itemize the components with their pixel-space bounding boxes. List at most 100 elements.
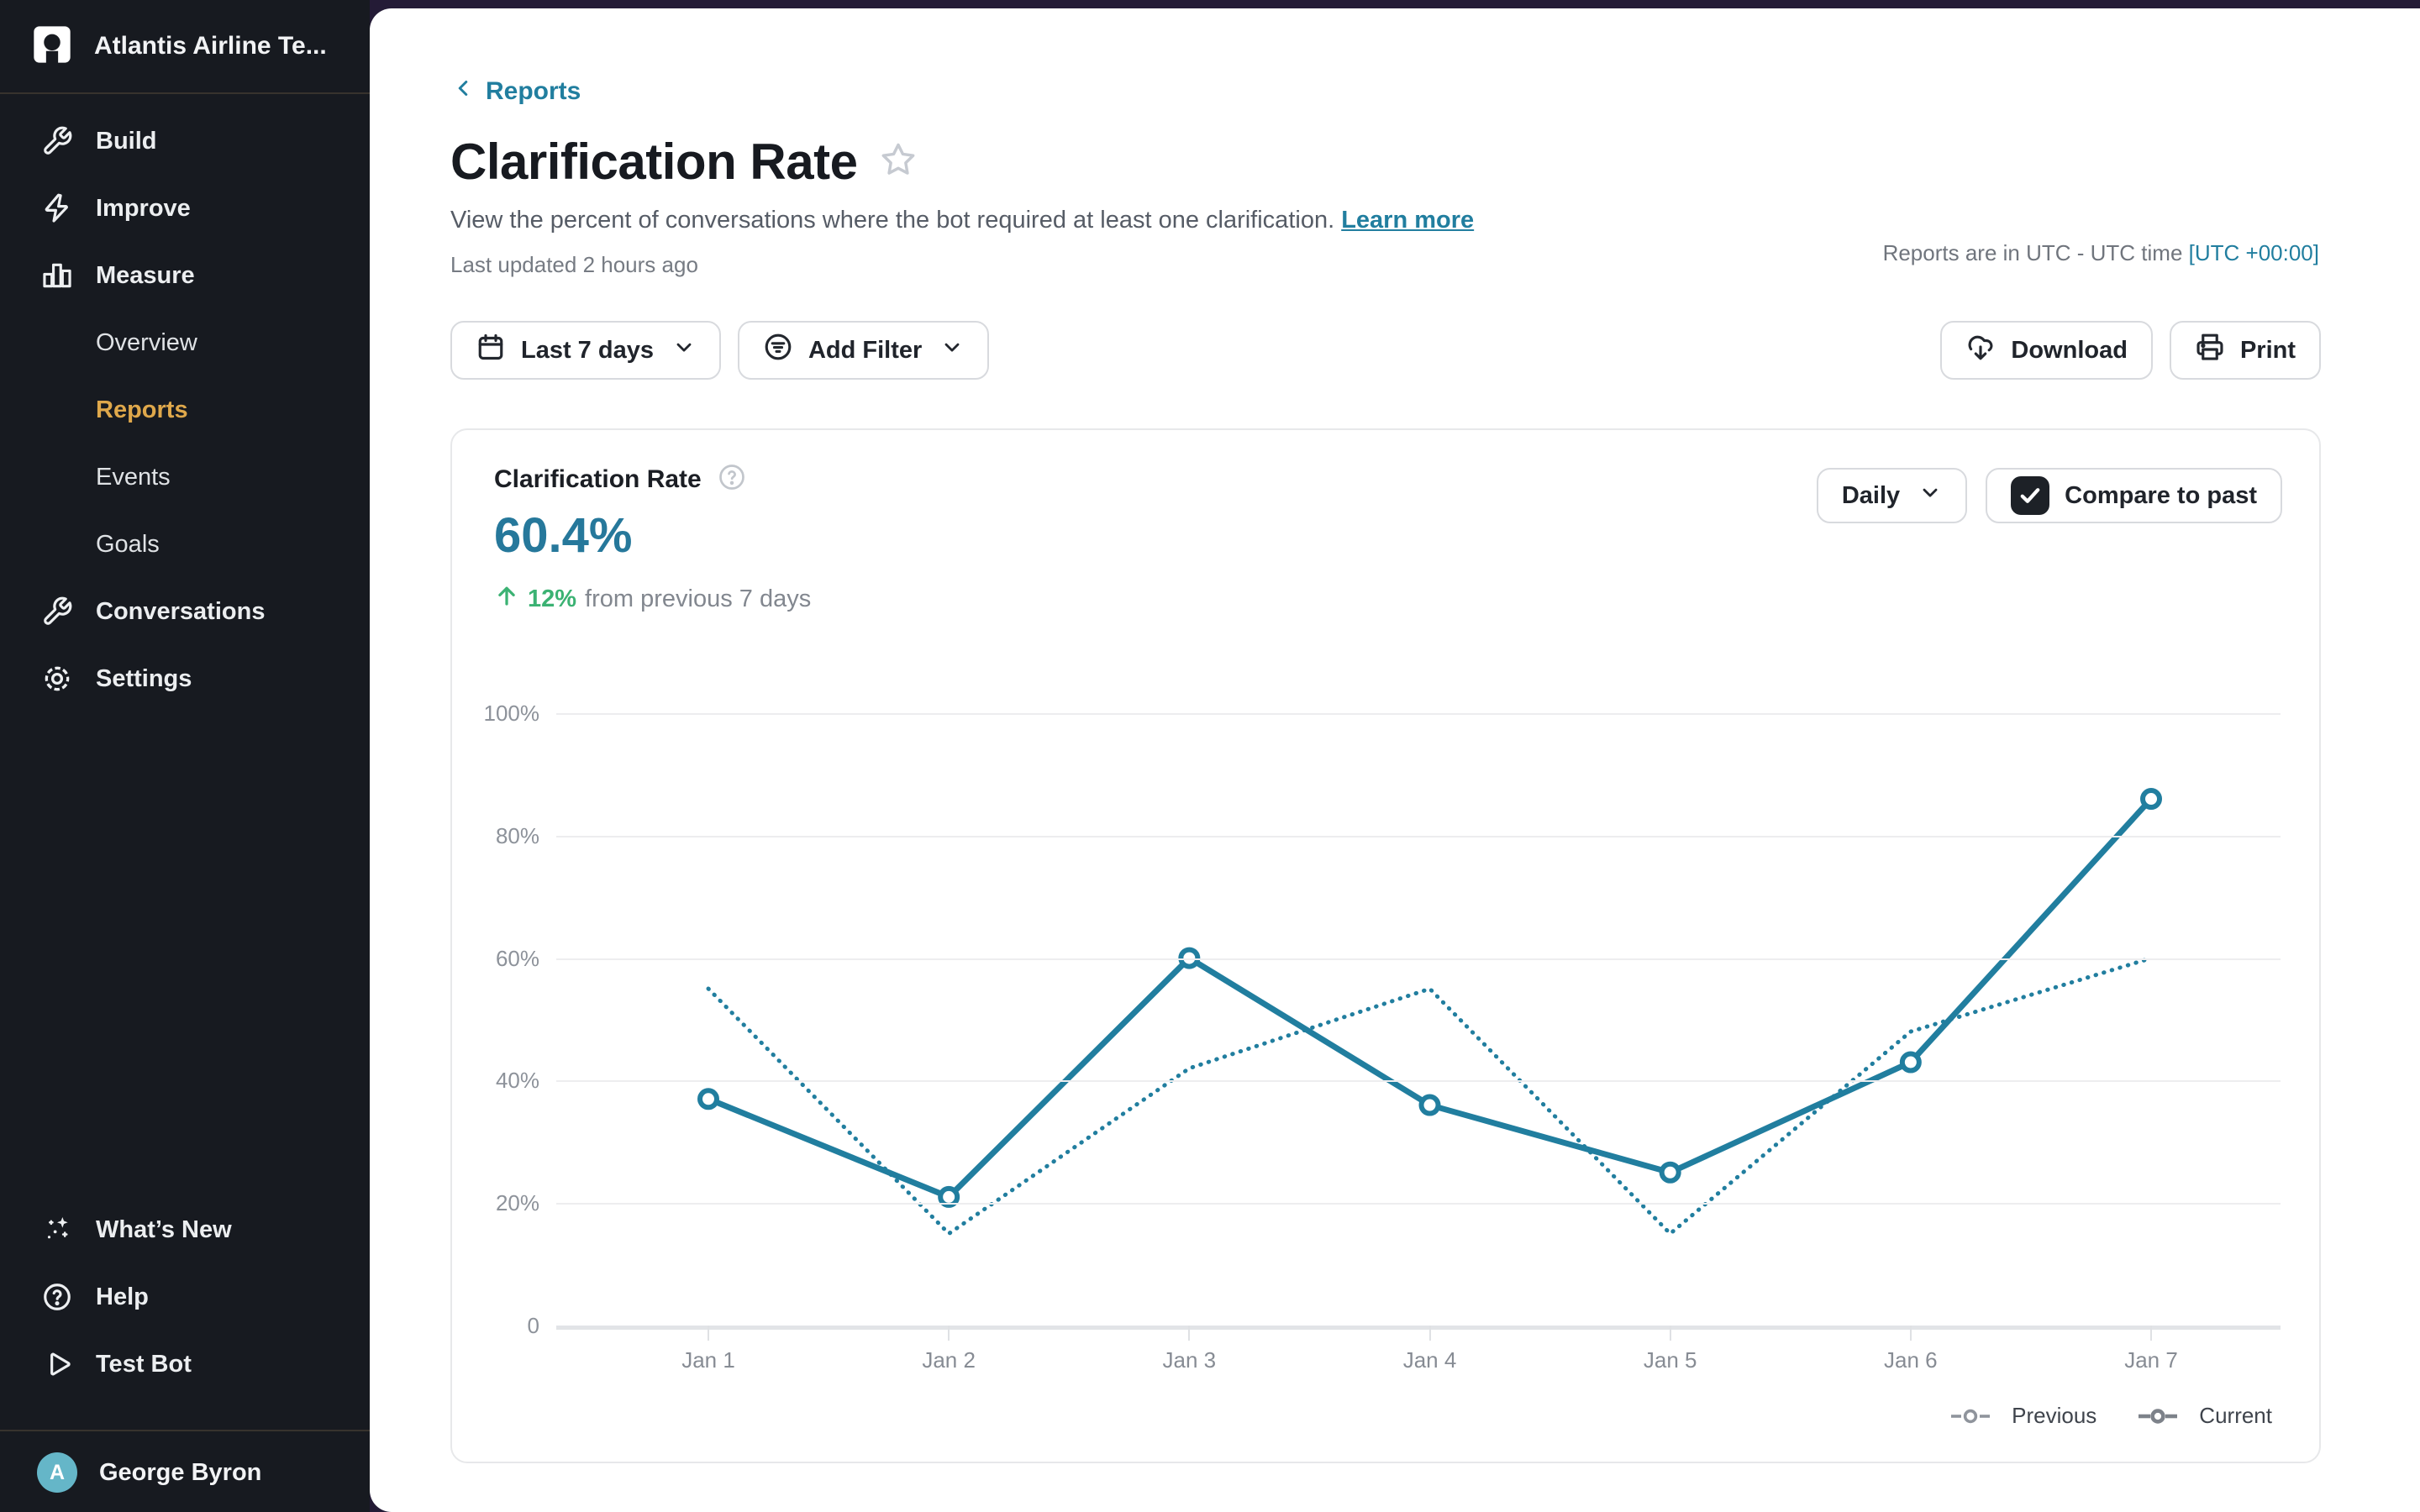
sidebar-item-measure[interactable]: Measure [0, 242, 370, 309]
metric-card: Clarification Rate 60.4% 12% from previo… [450, 428, 2321, 1463]
y-tick-label: 40% [466, 1067, 539, 1094]
back-link[interactable]: Reports [450, 76, 581, 108]
workspace-logo-icon [30, 23, 74, 71]
x-tick-mark [1429, 1326, 1431, 1341]
sidebar-item-help[interactable]: Help [0, 1263, 370, 1331]
download-label: Download [2011, 337, 2128, 365]
legend-previous[interactable]: Previous [1949, 1403, 2096, 1429]
x-tick-label: Jan 6 [1844, 1347, 1978, 1373]
sidebar-footer-divider [0, 1430, 370, 1431]
sidebar-item-overview[interactable]: Overview [0, 309, 370, 376]
sidebar-item-label: Build [96, 128, 157, 155]
filter-icon [763, 332, 793, 369]
title-row: Clarification Rate [450, 133, 918, 191]
chart-legend: Previous Current [1949, 1403, 2272, 1429]
download-button[interactable]: Download [1940, 321, 2153, 380]
sidebar-item-label: Goals [96, 531, 160, 559]
data-point-current[interactable] [1902, 1054, 1919, 1071]
lightning-icon [40, 192, 74, 225]
help-circle-icon [40, 1280, 74, 1314]
delta-suffix: from previous 7 days [585, 585, 811, 613]
x-tick-label: Jan 2 [881, 1347, 1016, 1373]
app-root: Atlantis Airline Te... Build Improve M [0, 0, 2420, 1512]
x-tick-label: Jan 1 [641, 1347, 776, 1373]
sidebar-item-label: Conversations [96, 598, 265, 626]
x-tick-mark [1188, 1326, 1190, 1341]
workspace-switcher[interactable]: Atlantis Airline Te... [0, 0, 370, 92]
filter-toolbar: Last 7 days Add Filter [450, 321, 989, 380]
legend-current[interactable]: Current [2137, 1403, 2272, 1429]
chart-plot [556, 682, 2281, 1354]
conversations-icon [40, 595, 74, 628]
play-icon [40, 1347, 74, 1381]
x-tick-mark [2150, 1326, 2152, 1341]
sidebar-item-settings[interactable]: Settings [0, 645, 370, 712]
print-label: Print [2240, 337, 2296, 365]
data-point-current[interactable] [1422, 1097, 1439, 1114]
sidebar-item-build[interactable]: Build [0, 108, 370, 175]
y-tick-label: 60% [466, 945, 539, 972]
user-name: George Byron [99, 1459, 261, 1487]
x-tick-label: Jan 5 [1603, 1347, 1738, 1373]
download-icon [1965, 332, 1996, 369]
x-tick-mark [708, 1326, 709, 1341]
sidebar-item-whats-new[interactable]: What’s New [0, 1196, 370, 1263]
print-button[interactable]: Print [2170, 321, 2321, 380]
star-icon[interactable] [879, 140, 918, 183]
page-description: View the percent of conversations where … [450, 207, 1474, 234]
data-point-current[interactable] [1662, 1164, 1679, 1181]
interval-dropdown[interactable]: Daily [1817, 468, 1967, 523]
sidebar-item-events[interactable]: Events [0, 444, 370, 511]
data-point-current[interactable] [700, 1090, 717, 1107]
chart-x-labels: Jan 1Jan 2Jan 3Jan 4Jan 5Jan 6Jan 7 [452, 1347, 2323, 1381]
sidebar-item-improve[interactable]: Improve [0, 175, 370, 242]
compare-to-past-toggle[interactable]: Compare to past [1986, 468, 2282, 523]
x-tick-mark [1670, 1326, 1671, 1341]
sidebar-item-reports[interactable]: Reports [0, 376, 370, 444]
sidebar-item-label: Settings [96, 665, 192, 693]
sidebar-item-test-bot[interactable]: Test Bot [0, 1331, 370, 1398]
checkbox-checked-icon [2011, 476, 2049, 515]
x-tick-label: Jan 3 [1122, 1347, 1256, 1373]
question-circle-icon[interactable] [717, 462, 747, 496]
workspace-name: Atlantis Airline Te... [94, 32, 327, 60]
gridline [556, 713, 2281, 715]
sidebar-item-label: What’s New [96, 1216, 232, 1244]
chevron-down-icon [672, 335, 696, 365]
sidebar-footer: What’s New Help Test Bot [0, 1196, 370, 1398]
chevron-down-icon [1918, 480, 1942, 511]
y-tick-label: 100% [466, 700, 539, 727]
chart-y-labels: 100%80%60%40%20%0 [466, 430, 539, 1462]
user-menu[interactable]: A George Byron [0, 1433, 407, 1512]
x-tick-mark [1910, 1326, 1912, 1341]
x-tick-label: Jan 7 [2084, 1347, 2218, 1373]
gridline [556, 836, 2281, 837]
sidebar-item-goals[interactable]: Goals [0, 511, 370, 578]
gridline [556, 1203, 2281, 1205]
sidebar-item-label: Improve [96, 195, 191, 223]
wrench-icon [40, 124, 74, 158]
chevron-left-icon [450, 76, 476, 108]
add-filter-label: Add Filter [808, 337, 922, 365]
learn-more-link[interactable]: Learn more [1341, 207, 1474, 234]
sidebar-item-conversations[interactable]: Conversations [0, 578, 370, 645]
sidebar-divider [0, 92, 370, 94]
series-line-current [708, 799, 2151, 1197]
legend-current-marker [2137, 1406, 2186, 1426]
x-tick-mark [948, 1326, 950, 1341]
gear-icon [40, 662, 74, 696]
page-title: Clarification Rate [450, 133, 857, 191]
sidebar-item-label: Events [96, 464, 171, 491]
data-point-current[interactable] [2143, 790, 2160, 807]
bar-chart-icon [40, 259, 74, 292]
chevron-down-icon [940, 335, 964, 365]
add-filter-button[interactable]: Add Filter [738, 321, 989, 380]
gridline [556, 1080, 2281, 1082]
legend-label: Previous [2012, 1403, 2096, 1429]
main-panel: Reports Clarification Rate View the perc… [370, 8, 2420, 1512]
timezone-link[interactable]: [UTC +00:00] [2189, 240, 2319, 265]
date-range-button[interactable]: Last 7 days [450, 321, 721, 380]
legend-label: Current [2199, 1403, 2272, 1429]
y-tick-label: 20% [466, 1189, 539, 1216]
y-tick-label: 80% [466, 822, 539, 849]
